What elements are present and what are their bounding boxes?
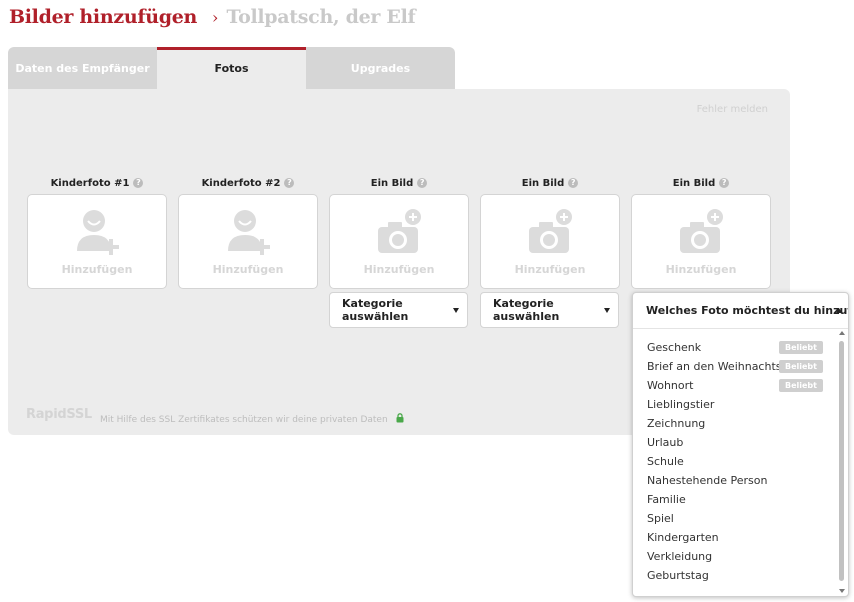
photo-type-select[interactable]: Welches Foto möchtest du hinzufüg… — [633, 293, 848, 329]
option-label: Spiel — [647, 512, 674, 525]
tab-upgrades[interactable]: Upgrades — [306, 47, 455, 89]
dropdown-scrollbar[interactable] — [837, 331, 846, 593]
page-title: Bilder hinzufügen — [9, 6, 198, 28]
rapidssl-logo: RapidSSL — [26, 407, 92, 422]
dropdown-option[interactable]: Spiel — [633, 509, 836, 528]
help-icon[interactable]: ? — [417, 178, 428, 188]
photo-type-dropdown[interactable]: Welches Foto möchtest du hinzufüg… Gesch… — [632, 292, 849, 597]
chevron-down-icon — [604, 308, 610, 313]
dropdown-option[interactable]: Zeichnung — [633, 414, 836, 433]
dropdown-option[interactable]: Geschenk Beliebt — [633, 338, 836, 357]
child-photo-add-icon — [228, 210, 270, 255]
slot-label: Kinderfoto #1? — [27, 178, 167, 189]
slot-label: Ein Bild? — [480, 178, 620, 189]
add-label: Hinzufügen — [363, 263, 435, 276]
report-error-link[interactable]: Fehler melden — [697, 104, 768, 115]
child-photo-2-slot[interactable]: Hinzufügen — [178, 194, 318, 289]
help-icon[interactable]: ? — [284, 178, 295, 188]
scroll-down-arrow-icon[interactable] — [839, 589, 845, 593]
breadcrumb-current[interactable]: Tollpatsch, der Elf — [226, 6, 415, 28]
breadcrumb-separator: › — [212, 8, 219, 27]
category-select-value: Kategorie auswählen — [493, 297, 560, 323]
slot-label-text: Ein Bild — [370, 178, 414, 189]
option-label: Lieblingstier — [647, 398, 715, 411]
ssl-notice-text: Mit Hilfe des SSL Zertifikates schützen … — [100, 415, 388, 425]
ssl-notice: Mit Hilfe des SSL Zertifikates schützen … — [100, 413, 404, 425]
lock-icon — [396, 413, 404, 423]
category-select-value: Kategorie auswählen — [342, 297, 409, 323]
dropdown-option[interactable]: Verkleidung — [633, 547, 836, 566]
category-select[interactable]: Kategorie auswählen — [329, 292, 468, 328]
dropdown-option[interactable]: Schule — [633, 452, 836, 471]
dropdown-option[interactable]: Nahestehende Person — [633, 471, 836, 490]
option-label: Geschenk — [647, 341, 702, 354]
scroll-up-arrow-icon[interactable] — [839, 331, 845, 335]
image-slot-3[interactable]: Hinzufügen — [631, 194, 771, 289]
option-label: Kindergarten — [647, 531, 719, 544]
option-label: Schule — [647, 455, 684, 468]
dropdown-option[interactable]: Kindergarten — [633, 528, 836, 547]
slot-label: Ein Bild? — [631, 178, 771, 189]
image-slot-2[interactable]: Hinzufügen — [480, 194, 620, 289]
option-label: Wohnort — [647, 379, 694, 392]
scrollbar-thumb[interactable] — [839, 341, 844, 581]
help-icon[interactable]: ? — [719, 178, 730, 188]
dropdown-option[interactable]: Brief an den Weihnachtsmann Beliebt — [633, 357, 836, 376]
tab-bar: Daten des Empfänger Fotos Upgrades — [8, 47, 456, 89]
dropdown-option[interactable]: Geburtstag — [633, 566, 836, 585]
option-label: Geburtstag — [647, 569, 709, 582]
add-label: Hinzufügen — [212, 263, 284, 276]
breadcrumb: Bilder hinzufügen › Tollpatsch, der Elf — [9, 6, 416, 34]
option-label: Familie — [647, 493, 686, 506]
dropdown-option[interactable]: Lieblingstier — [633, 395, 836, 414]
tab-recipient-data[interactable]: Daten des Empfänger — [8, 47, 157, 89]
add-label: Hinzufügen — [514, 263, 586, 276]
photo-type-options: Geschenk Beliebt Brief an den Weihnachtsm… — [633, 338, 836, 588]
dropdown-option[interactable]: Wohnort Beliebt — [633, 376, 836, 395]
chevron-up-icon — [836, 308, 842, 313]
camera-add-icon — [378, 209, 421, 253]
option-label: Zeichnung — [647, 417, 706, 430]
help-icon[interactable]: ? — [133, 178, 144, 188]
help-icon[interactable]: ? — [568, 178, 579, 188]
add-label: Hinzufügen — [665, 263, 737, 276]
tab-photos[interactable]: Fotos — [157, 47, 306, 89]
slot-label: Ein Bild? — [329, 178, 469, 189]
photo-type-select-value: Welches Foto möchtest du hinzufüg… — [646, 304, 848, 317]
category-select[interactable]: Kategorie auswählen — [480, 292, 619, 328]
image-slot-1[interactable]: Hinzufügen — [329, 194, 469, 289]
option-label: Nahestehende Person — [647, 474, 768, 487]
slot-label-text: Kinderfoto #1 — [50, 178, 130, 189]
popular-badge: Beliebt — [779, 360, 823, 373]
camera-add-icon — [529, 209, 572, 253]
dropdown-option[interactable]: Familie — [633, 490, 836, 509]
option-label: Urlaub — [647, 436, 684, 449]
slot-label-text: Kinderfoto #2 — [201, 178, 281, 189]
slot-label: Kinderfoto #2? — [178, 178, 318, 189]
camera-add-icon — [680, 209, 723, 253]
child-photo-1-slot[interactable]: Hinzufügen — [27, 194, 167, 289]
add-label: Hinzufügen — [61, 263, 133, 276]
option-label: Verkleidung — [647, 550, 713, 563]
popular-badge: Beliebt — [779, 341, 823, 354]
popular-badge: Beliebt — [779, 379, 823, 392]
slot-label-text: Ein Bild — [521, 178, 565, 189]
slot-label-text: Ein Bild — [672, 178, 716, 189]
child-photo-add-icon — [77, 210, 119, 255]
chevron-down-icon — [453, 308, 459, 313]
dropdown-option[interactable]: Urlaub — [633, 433, 836, 452]
